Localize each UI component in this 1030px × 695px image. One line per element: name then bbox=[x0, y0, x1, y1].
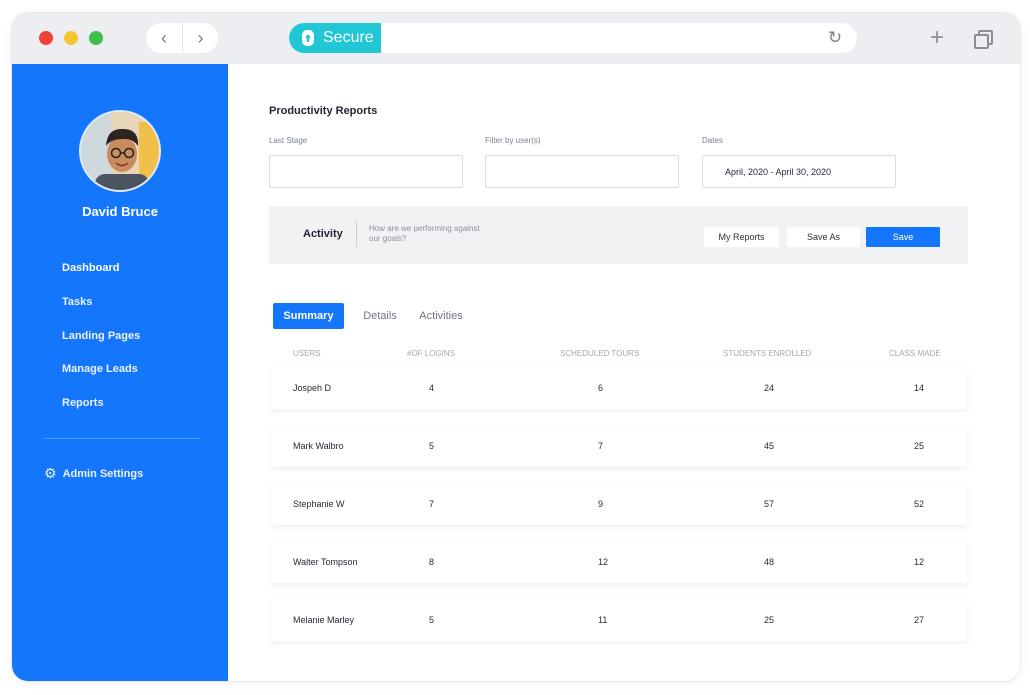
filter-users-input[interactable] bbox=[485, 155, 679, 188]
secure-label: Secure bbox=[323, 29, 374, 46]
cell-class-made: 25 bbox=[914, 441, 925, 451]
lock-icon bbox=[301, 29, 315, 47]
close-window-button[interactable] bbox=[39, 31, 53, 45]
cell-students-enrolled: 25 bbox=[764, 615, 775, 625]
activity-subtitle: How are we performing against our goals? bbox=[369, 224, 480, 243]
save-button[interactable]: Save bbox=[866, 227, 940, 247]
sidebar-item-dashboard[interactable]: Dashboard bbox=[62, 262, 119, 274]
tab-activities[interactable]: Activities bbox=[416, 303, 466, 329]
user-name: David Bruce bbox=[82, 204, 158, 219]
cell-class-made: 52 bbox=[914, 499, 925, 509]
page-title: Productivity Reports bbox=[269, 105, 378, 117]
table-row[interactable]: Walter Tompson 8 12 48 12 bbox=[271, 542, 967, 583]
cell-logins: 5 bbox=[429, 615, 435, 625]
cell-user: Jospeh D bbox=[293, 383, 332, 393]
table-row[interactable]: Jospeh D 4 6 24 14 bbox=[271, 368, 967, 409]
table-row[interactable]: Melanie Marley 5 11 25 27 bbox=[271, 600, 967, 641]
main-content: Productivity Reports Last Stage Filter b… bbox=[228, 64, 1020, 681]
cell-logins: 7 bbox=[429, 499, 435, 509]
filter-users-label: Filter by user(s) bbox=[485, 136, 541, 145]
cell-students-enrolled: 57 bbox=[764, 499, 775, 509]
column-header-users: USERS bbox=[293, 349, 321, 358]
cell-logins: 4 bbox=[429, 383, 435, 393]
cell-class-made: 14 bbox=[914, 383, 925, 393]
sidebar-item-landing-pages[interactable]: Landing Pages bbox=[62, 330, 140, 342]
avatar[interactable] bbox=[79, 110, 161, 192]
sidebar-item-manage-leads[interactable]: Manage Leads bbox=[62, 363, 138, 375]
dates-label: Dates bbox=[702, 136, 723, 145]
activity-title: Activity bbox=[303, 228, 343, 240]
save-as-button[interactable]: Save As bbox=[787, 227, 860, 247]
admin-settings-label: Admin Settings bbox=[62, 467, 144, 480]
column-header-class-made: CLASS MADE bbox=[889, 349, 941, 358]
my-reports-button[interactable]: My Reports bbox=[704, 227, 779, 247]
cell-scheduled-tours: 12 bbox=[598, 557, 609, 567]
gear-icon: ⚙ bbox=[44, 465, 57, 481]
cell-students-enrolled: 24 bbox=[764, 383, 775, 393]
tab-summary[interactable]: Summary bbox=[273, 303, 344, 329]
cell-students-enrolled: 48 bbox=[764, 557, 775, 567]
last-stage-label: Last Stage bbox=[269, 136, 308, 145]
column-header-students-enrolled: STUDENTS ENROLLED bbox=[723, 349, 812, 358]
column-header-scheduled-tours: SCHEDULED TOURS bbox=[560, 349, 640, 358]
cell-user: Stephanie W bbox=[293, 499, 345, 509]
cell-students-enrolled: 45 bbox=[764, 441, 775, 451]
history-navigation: ‹ › bbox=[146, 23, 218, 53]
sidebar: David Bruce Dashboard Tasks Landing Page… bbox=[12, 64, 228, 681]
column-header-logins: #OF LOGINS bbox=[407, 349, 456, 358]
table-row[interactable]: Stephanie W 7 9 57 52 bbox=[271, 484, 967, 525]
sidebar-item-reports[interactable]: Reports bbox=[62, 397, 104, 409]
tabs-overview-icon[interactable] bbox=[974, 30, 993, 49]
last-stage-input[interactable] bbox=[269, 155, 463, 188]
cell-user: Mark Walbro bbox=[293, 441, 344, 451]
maximize-window-button[interactable] bbox=[89, 31, 103, 45]
forward-icon[interactable]: › bbox=[182, 23, 218, 53]
cell-user: Walter Tompson bbox=[293, 557, 358, 567]
minimize-window-button[interactable] bbox=[64, 31, 78, 45]
cell-scheduled-tours: 11 bbox=[598, 615, 608, 625]
admin-settings-link[interactable]: ⚙ Admin Settings bbox=[44, 465, 143, 482]
cell-scheduled-tours: 7 bbox=[598, 441, 604, 451]
cell-class-made: 27 bbox=[914, 615, 925, 625]
cell-logins: 8 bbox=[429, 557, 435, 567]
new-tab-icon[interactable]: + bbox=[930, 25, 944, 51]
cell-class-made: 12 bbox=[914, 557, 925, 567]
sidebar-item-tasks[interactable]: Tasks bbox=[62, 296, 92, 308]
cell-user: Melanie Marley bbox=[293, 615, 355, 625]
dates-input[interactable] bbox=[702, 155, 896, 188]
address-bar[interactable]: Secure ↻ bbox=[289, 23, 857, 53]
secure-badge: Secure bbox=[289, 23, 381, 53]
browser-window: ‹ › Secure ↻ + David Bruce Dashboard Tas… bbox=[12, 13, 1020, 681]
cell-scheduled-tours: 9 bbox=[598, 499, 604, 509]
back-icon[interactable]: ‹ bbox=[146, 23, 182, 53]
reload-icon[interactable]: ↻ bbox=[825, 28, 845, 48]
cell-scheduled-tours: 6 bbox=[598, 383, 604, 393]
browser-titlebar: ‹ › Secure ↻ + bbox=[12, 13, 1020, 64]
activity-bar: Activity How are we performing against o… bbox=[269, 206, 968, 264]
activity-separator bbox=[356, 221, 357, 247]
sidebar-divider bbox=[44, 438, 200, 439]
table-row[interactable]: Mark Walbro 5 7 45 25 bbox=[271, 426, 967, 467]
tab-details[interactable]: Details bbox=[362, 303, 398, 329]
cell-logins: 5 bbox=[429, 441, 435, 451]
